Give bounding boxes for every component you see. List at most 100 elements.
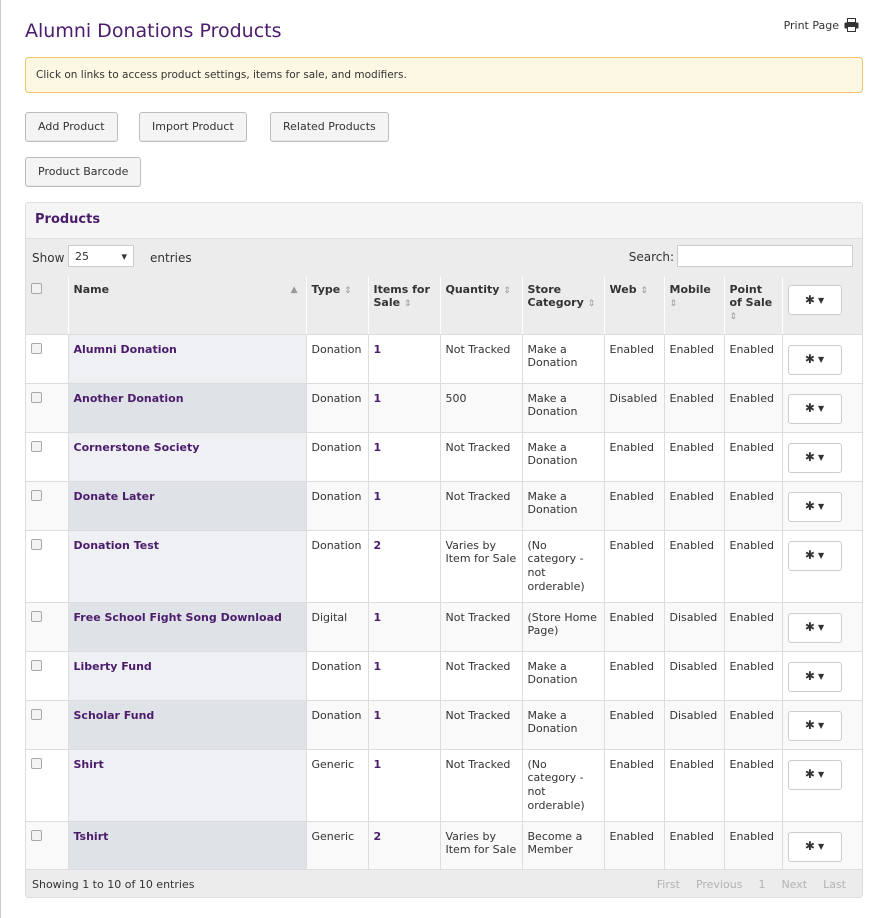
mobile-status: Enabled	[664, 821, 725, 871]
pagination-page[interactable]: 1	[758, 878, 765, 891]
caret-down-icon: ▼	[817, 671, 825, 681]
product-name-link[interactable]: Free School Fight Song Download	[74, 611, 282, 624]
items-for-sale-link[interactable]: 2	[374, 830, 382, 843]
product-name-link[interactable]: Scholar Fund	[74, 709, 155, 722]
row-checkbox[interactable]	[31, 757, 42, 769]
entries-label: entries	[150, 251, 192, 265]
row-actions-button[interactable]: ✱ ▼	[787, 710, 842, 741]
caret-down-icon: ▼	[817, 452, 825, 462]
show-label: Show	[32, 251, 65, 265]
row-actions-button[interactable]: ✱ ▼	[787, 759, 842, 790]
web-status: Enabled	[604, 651, 665, 701]
store-category: Make a Donation	[522, 334, 605, 384]
print-page-label: Print Page	[783, 18, 839, 32]
items-for-sale-link[interactable]: 1	[374, 758, 382, 771]
col-web[interactable]: Web ⇕	[604, 277, 665, 335]
print-page-link[interactable]: Print Page	[784, 18, 859, 32]
select-all-checkbox[interactable]	[31, 283, 42, 294]
gear-icon: ✱	[804, 450, 815, 464]
col-mobile[interactable]: Mobile ⇕	[664, 277, 725, 335]
product-type: Donation	[306, 481, 369, 531]
items-for-sale-link[interactable]: 1	[374, 709, 382, 722]
row-checkbox[interactable]	[31, 659, 42, 671]
col-name[interactable]: Name ▲	[68, 277, 307, 335]
sort-icon: ⇕	[587, 299, 596, 309]
caret-down-icon: ▼	[817, 622, 825, 632]
col-quantity[interactable]: Quantity ⇕	[440, 277, 523, 335]
table-row: Scholar Fund Donation 1 Not Tracked Make…	[26, 700, 862, 750]
products-panel: Products Show 25 ▾ entries Search: Name ▲…	[25, 202, 863, 898]
store-category: Make a Donation	[522, 383, 605, 433]
pagination-last[interactable]: Last	[823, 878, 846, 891]
product-name-link[interactable]: Tshirt	[74, 830, 109, 843]
items-for-sale-link[interactable]: 1	[374, 490, 382, 503]
row-actions-button[interactable]: ✱ ▼	[787, 612, 842, 643]
col-items-for-sale[interactable]: Items for Sale ⇕	[368, 277, 441, 335]
search-input[interactable]	[677, 245, 853, 267]
items-for-sale-link[interactable]: 1	[374, 441, 382, 454]
chevron-down-icon: ▾	[121, 249, 127, 263]
gear-icon: ✱	[804, 718, 815, 732]
items-for-sale-link[interactable]: 1	[374, 392, 382, 405]
product-type: Donation	[306, 651, 369, 701]
row-actions-button[interactable]: ✱ ▼	[787, 393, 842, 424]
add-product-button[interactable]: Add Product	[25, 112, 118, 142]
row-actions-button[interactable]: ✱ ▼	[787, 442, 842, 473]
product-type: Donation	[306, 383, 369, 433]
page-title: Alumni Donations Products	[25, 20, 282, 42]
row-checkbox[interactable]	[31, 440, 42, 452]
sort-icon: ⇕	[344, 286, 352, 296]
row-checkbox[interactable]	[31, 829, 42, 841]
product-name-link[interactable]: Liberty Fund	[74, 660, 152, 673]
product-type: Donation	[306, 530, 369, 603]
gear-icon: ✱	[804, 401, 815, 415]
sort-icon: ⇕	[403, 299, 412, 309]
web-status: Enabled	[604, 530, 665, 603]
import-product-button[interactable]: Import Product	[139, 112, 247, 142]
pos-status: Enabled	[724, 432, 783, 482]
col-type[interactable]: Type ⇕	[306, 277, 369, 335]
row-actions-button[interactable]: ✱ ▼	[787, 661, 842, 692]
row-actions-button[interactable]: ✱ ▼	[787, 344, 842, 375]
product-name-link[interactable]: Donate Later	[74, 490, 155, 503]
row-checkbox[interactable]	[31, 708, 42, 720]
row-checkbox[interactable]	[31, 489, 42, 501]
product-name-link[interactable]: Donation Test	[74, 539, 160, 552]
row-actions-button[interactable]: ✱ ▼	[787, 491, 842, 522]
items-for-sale-link[interactable]: 1	[374, 660, 382, 673]
product-name-link[interactable]: Alumni Donation	[74, 343, 177, 356]
info-alert: Click on links to access product setting…	[25, 57, 863, 93]
product-name-link[interactable]: Shirt	[74, 758, 104, 771]
sort-icon: ⇕	[640, 286, 648, 296]
store-category: Make a Donation	[522, 651, 605, 701]
product-barcode-button[interactable]: Product Barcode	[25, 157, 142, 187]
table-row: Donate Later Donation 1 Not Tracked Make…	[26, 481, 862, 531]
bulk-actions-button[interactable]: ✱ ▼	[787, 285, 842, 315]
row-actions-button[interactable]: ✱ ▼	[787, 540, 842, 571]
items-for-sale-link[interactable]: 1	[374, 343, 382, 356]
row-checkbox[interactable]	[31, 391, 42, 403]
row-checkbox[interactable]	[31, 610, 42, 622]
pagination-first[interactable]: First	[657, 878, 680, 891]
product-type: Donation	[306, 700, 369, 750]
pos-status: Enabled	[724, 530, 783, 603]
pagination-previous[interactable]: Previous	[696, 878, 743, 891]
caret-down-icon: ▼	[817, 841, 825, 851]
items-for-sale-link[interactable]: 2	[374, 539, 382, 552]
select-all-header	[26, 277, 69, 335]
pagination-next[interactable]: Next	[781, 878, 807, 891]
col-point-of-sale[interactable]: Point of Sale ⇕	[724, 277, 783, 335]
row-checkbox[interactable]	[31, 342, 42, 354]
related-products-button[interactable]: Related Products	[270, 112, 389, 142]
col-store-category[interactable]: Store Category ⇕	[522, 277, 605, 335]
row-actions-button[interactable]: ✱ ▼	[787, 831, 842, 862]
product-name-link[interactable]: Cornerstone Society	[74, 441, 200, 454]
pos-status: Enabled	[724, 651, 783, 701]
product-name-link[interactable]: Another Donation	[74, 392, 184, 405]
web-status: Enabled	[604, 481, 665, 531]
search-label: Search:	[628, 250, 674, 264]
row-checkbox[interactable]	[31, 538, 42, 550]
entries-select[interactable]: 25 ▾	[68, 245, 134, 267]
items-for-sale-link[interactable]: 1	[374, 611, 382, 624]
pos-status: Enabled	[724, 383, 783, 433]
